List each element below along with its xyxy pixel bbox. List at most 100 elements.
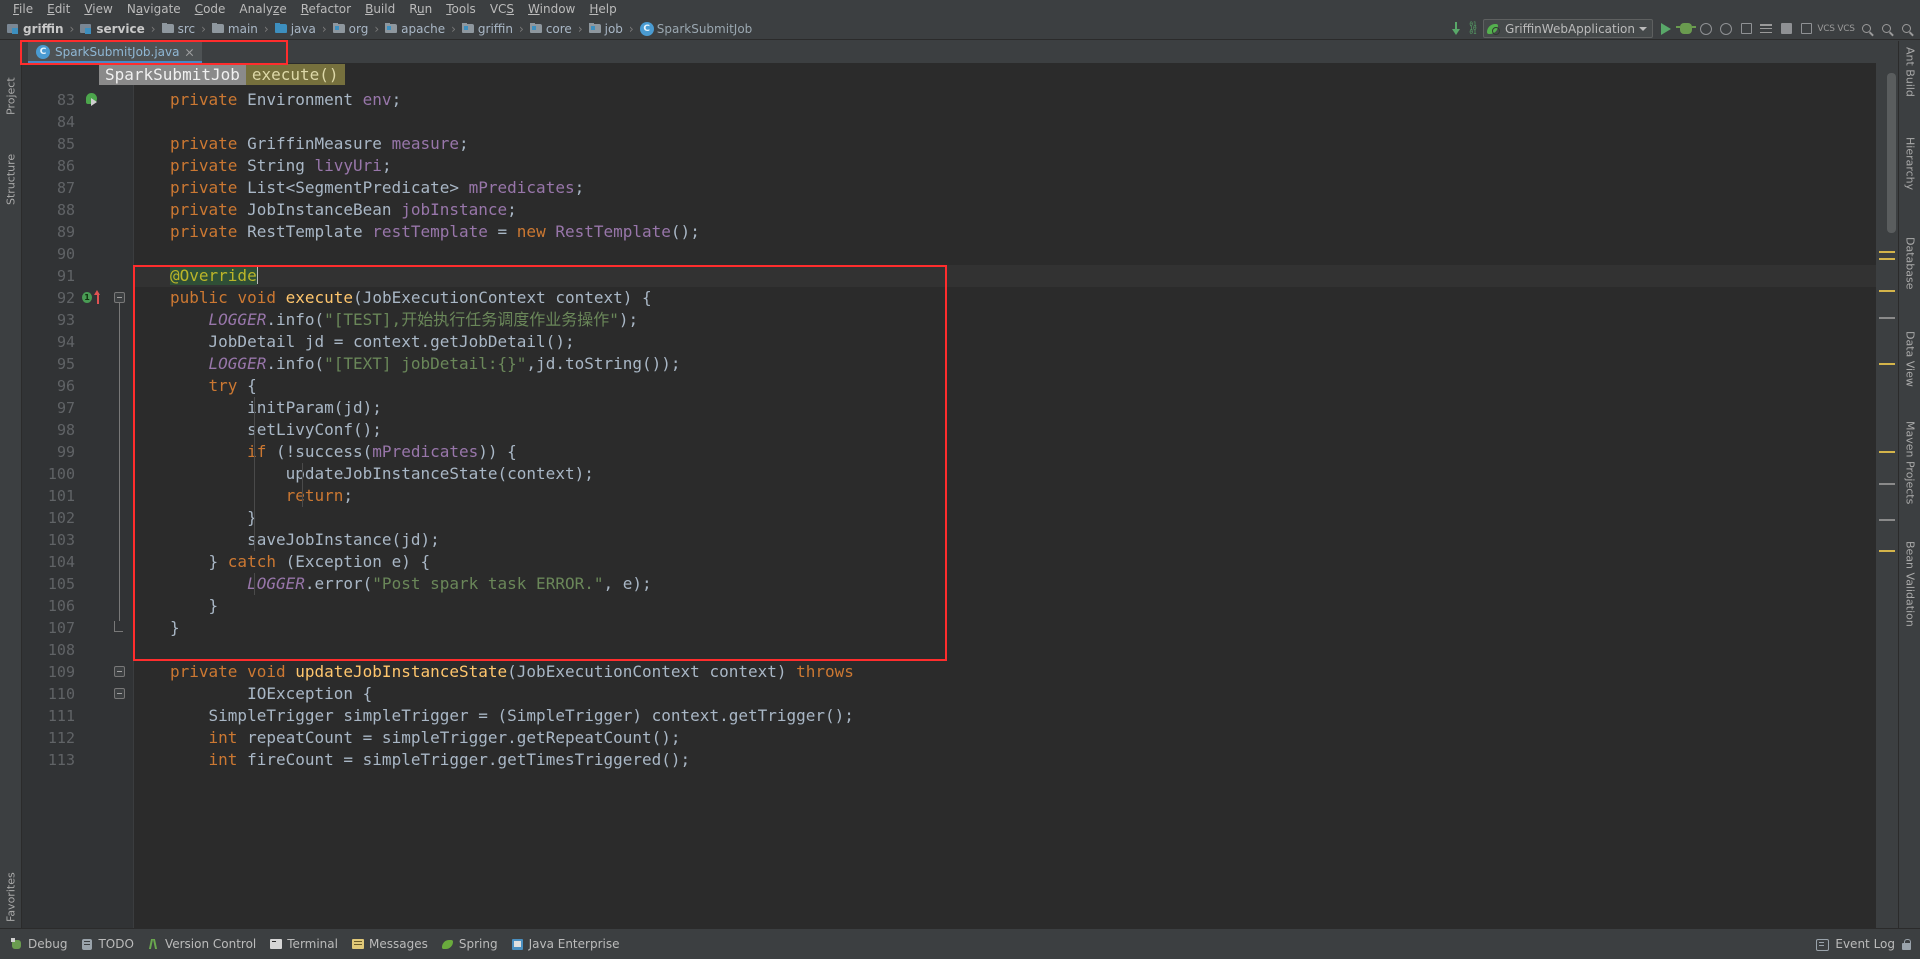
code-line[interactable]: private void updateJobInstanceState(JobE… — [170, 661, 854, 683]
sidebar-item-hierarchy[interactable]: Hierarchy — [1899, 137, 1920, 223]
code-line[interactable]: if (!success(mPredicates)) { — [170, 441, 517, 463]
run-configuration-selector[interactable]: GriffinWebApplication — [1483, 19, 1653, 38]
code-line[interactable]: private JobInstanceBean jobInstance; — [170, 199, 517, 221]
sidebar-item-structure[interactable]: Structure — [0, 123, 22, 205]
search-icon[interactable] — [1896, 19, 1916, 39]
status-item-terminal[interactable]: Terminal — [263, 934, 345, 954]
code-line[interactable]: int repeatCount = simpleTrigger.getRepea… — [170, 727, 681, 749]
breadcrumb-method-chip[interactable]: execute() — [245, 64, 345, 85]
show-menu-icon[interactable] — [1756, 19, 1776, 39]
redo-icon[interactable] — [1876, 19, 1896, 39]
menu-item-code[interactable]: Code — [188, 1, 233, 18]
menu-item-navigate[interactable]: Navigate — [120, 1, 188, 18]
status-item-java-enterprise[interactable]: Java Enterprise — [505, 934, 627, 954]
breadcrumb-class-chip[interactable]: SparkSubmitJob — [99, 64, 246, 85]
compile-bits-icon[interactable]: 01 10 01 — [1466, 19, 1480, 39]
code-line[interactable]: LOGGER.error("Post spark task ERROR.", e… — [170, 573, 652, 595]
undo-icon[interactable] — [1856, 19, 1876, 39]
code-fold-toggle[interactable] — [114, 688, 125, 699]
breadcrumb-item-griffin-7[interactable]: griffin — [460, 18, 515, 40]
code-line[interactable]: int fireCount = simpleTrigger.getTimesTr… — [170, 749, 691, 771]
code-line[interactable]: SimpleTrigger simpleTrigger = (SimpleTri… — [170, 705, 854, 727]
menu-item-file[interactable]: File — [6, 1, 40, 18]
marker-stripe[interactable] — [1879, 550, 1895, 552]
implementing-method-icon[interactable] — [94, 290, 101, 304]
code-line[interactable]: initParam(jd); — [170, 397, 382, 419]
code-line[interactable]: updateJobInstanceState(context); — [170, 463, 594, 485]
menu-item-tools[interactable]: Tools — [439, 1, 483, 18]
breadcrumb-item-apache-6[interactable]: apache — [383, 18, 447, 40]
chevron-down-icon[interactable] — [1639, 26, 1647, 31]
menu-item-vcs[interactable]: VCS — [483, 1, 521, 18]
menu-item-view[interactable]: View — [77, 1, 119, 18]
run-button[interactable] — [1656, 19, 1676, 39]
inspection-warning-icon[interactable]: 1 — [82, 291, 93, 304]
editor-gutter[interactable]: 83 84 85 86 87 88 89 90 91 92 93 94 95 96 97 98 99 100 101… — [22, 63, 134, 928]
editor-marker-bar[interactable] — [1876, 63, 1898, 928]
breadcrumb-item-main-3[interactable]: main — [210, 18, 260, 40]
run-with-coverage-button[interactable] — [1696, 19, 1716, 39]
menu-item-edit[interactable]: Edit — [40, 1, 77, 18]
sidebar-item-project[interactable]: Project — [0, 45, 22, 115]
code-line[interactable]: private Environment env; — [170, 89, 401, 111]
editor-scrollbar-thumb[interactable] — [1887, 73, 1896, 233]
marker-stripe[interactable] — [1879, 317, 1895, 319]
overriding-method-icon[interactable] — [86, 93, 99, 106]
vcs-update-icon[interactable]: VCS — [1816, 19, 1836, 39]
status-item-debug[interactable]: Debug — [4, 934, 74, 954]
editor-tab-sparksubmitjob[interactable]: C SparkSubmitJob.java — [28, 41, 202, 63]
marker-stripe[interactable] — [1879, 451, 1895, 453]
marker-stripe[interactable] — [1879, 290, 1895, 292]
code-text-area[interactable]: private Environment env; private GriffinM… — [134, 63, 1898, 928]
code-line[interactable]: @Override — [170, 265, 258, 287]
menu-item-refactor[interactable]: Refactor — [294, 1, 358, 18]
marker-stripe[interactable] — [1879, 519, 1895, 521]
lock-icon[interactable] — [1901, 938, 1912, 951]
sidebar-item-database[interactable]: Database — [1899, 237, 1920, 321]
code-line[interactable]: LOGGER.info("[TEST],开始执行任务调度作业务操作"); — [170, 309, 639, 331]
sidebar-item-ant-build[interactable]: Ant Build — [1899, 47, 1920, 127]
code-line[interactable]: private GriffinMeasure measure; — [170, 133, 469, 155]
code-line[interactable]: try { — [170, 375, 257, 397]
status-item-messages[interactable]: Messages — [345, 934, 435, 954]
menu-item-analyze[interactable]: Analyze — [232, 1, 293, 18]
status-item-todo[interactable]: TODO — [74, 934, 140, 954]
code-line[interactable]: } — [170, 617, 180, 639]
breadcrumb-item-java-4[interactable]: java — [273, 18, 318, 40]
code-line[interactable]: JobDetail jd = context.getJobDetail(); — [170, 331, 575, 353]
event-log-label[interactable]: Event Log — [1835, 937, 1895, 951]
sidebar-item-data-view[interactable]: Data View — [1899, 331, 1920, 413]
code-line[interactable]: saveJobInstance(jd); — [170, 529, 440, 551]
menu-item-build[interactable]: Build — [358, 1, 402, 18]
code-line[interactable]: } — [170, 507, 257, 529]
sidebar-item-bean-validation[interactable]: Bean Validation — [1899, 541, 1920, 649]
event-log-icon[interactable] — [1816, 938, 1830, 951]
update-project-icon[interactable] — [1446, 19, 1466, 39]
code-line[interactable]: public void execute(JobExecutionContext … — [170, 287, 652, 309]
sq-icon-b[interactable] — [1796, 19, 1816, 39]
profile-button[interactable] — [1716, 19, 1736, 39]
breadcrumb-item-griffin-0[interactable]: griffin — [5, 18, 66, 40]
breadcrumb-item-org-5[interactable]: org — [331, 18, 371, 40]
code-editor[interactable]: 83 84 85 86 87 88 89 90 91 92 93 94 95 96 97 98 99 100 101… — [22, 63, 1898, 928]
debug-button[interactable] — [1676, 19, 1696, 39]
menu-item-help[interactable]: Help — [582, 1, 623, 18]
status-item-spring[interactable]: Spring — [435, 934, 505, 954]
code-line[interactable]: setLivyConf(); — [170, 419, 382, 441]
marker-stripe[interactable] — [1879, 258, 1895, 260]
code-fold-toggle[interactable] — [114, 666, 125, 677]
breadcrumb-item-service-1[interactable]: service — [78, 18, 146, 40]
code-line[interactable]: return; — [170, 485, 353, 507]
breadcrumb-item-sparksubmitjob-10[interactable]: C SparkSubmitJob — [638, 18, 755, 40]
code-line[interactable]: } — [170, 595, 219, 617]
marker-stripe[interactable] — [1879, 251, 1895, 253]
code-line[interactable]: private RestTemplate restTemplate = new … — [170, 221, 700, 243]
sidebar-item-favorites[interactable]: Favorites — [0, 840, 22, 922]
menu-item-window[interactable]: Window — [521, 1, 582, 18]
sidebar-item-maven-projects[interactable]: Maven Projects — [1899, 421, 1920, 533]
sq-icon-a[interactable] — [1776, 19, 1796, 39]
code-line[interactable]: } catch (Exception e) { — [170, 551, 431, 573]
stop-button[interactable] — [1736, 19, 1756, 39]
code-line[interactable]: private List<SegmentPredicate> mPredicat… — [170, 177, 584, 199]
marker-stripe[interactable] — [1879, 363, 1895, 365]
